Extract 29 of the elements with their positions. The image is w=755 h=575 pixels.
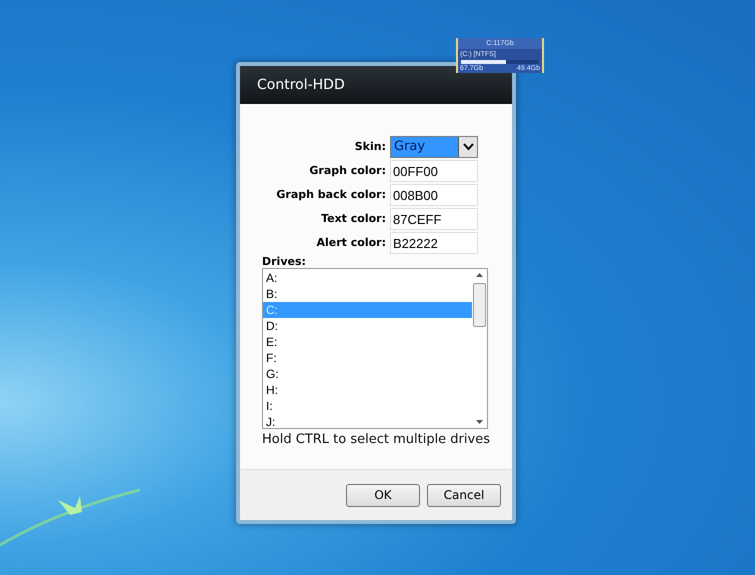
- drives-label: Drives:: [262, 255, 307, 268]
- drive-item[interactable]: A:: [263, 270, 472, 286]
- field-label: Graph color:: [308, 163, 386, 179]
- field-label: Skin:: [354, 139, 386, 155]
- color-field[interactable]: B22222: [390, 232, 478, 254]
- drive-item[interactable]: E:: [263, 334, 472, 350]
- dialog-button[interactable]: Cancel: [427, 484, 501, 506]
- scroll-thumb[interactable]: [473, 283, 486, 327]
- field-label: Alert color:: [316, 235, 386, 251]
- drive-item[interactable]: H:: [263, 382, 472, 398]
- drives-listbox[interactable]: A: B: C: D: E: F: G: H: I: J:: [262, 268, 488, 429]
- drive-item[interactable]: F:: [263, 350, 472, 366]
- field-label: Graph back color:: [275, 187, 386, 203]
- scroll-up-icon: [476, 273, 483, 277]
- skin-dropdown[interactable]: Gray: [390, 136, 478, 158]
- hint-text: Hold CTRL to select multiple drives: [262, 432, 491, 447]
- color-field[interactable]: 00FF00: [390, 160, 478, 182]
- drive-item[interactable]: J:: [263, 414, 472, 430]
- color-field[interactable]: 008B00: [390, 184, 478, 206]
- chevron-down-icon: [462, 143, 474, 151]
- dialog-button[interactable]: OK: [346, 484, 420, 506]
- drive-item[interactable]: D:: [263, 318, 472, 334]
- drive-item[interactable]: I:: [263, 398, 472, 414]
- window-title: Control-HDD: [257, 77, 345, 93]
- scroll-down-icon: [476, 420, 483, 424]
- drive-item[interactable]: B:: [263, 286, 472, 302]
- field-label: Text color:: [320, 211, 386, 227]
- drive-item[interactable]: G:: [263, 366, 472, 382]
- color-field[interactable]: 87CEFF: [390, 208, 478, 230]
